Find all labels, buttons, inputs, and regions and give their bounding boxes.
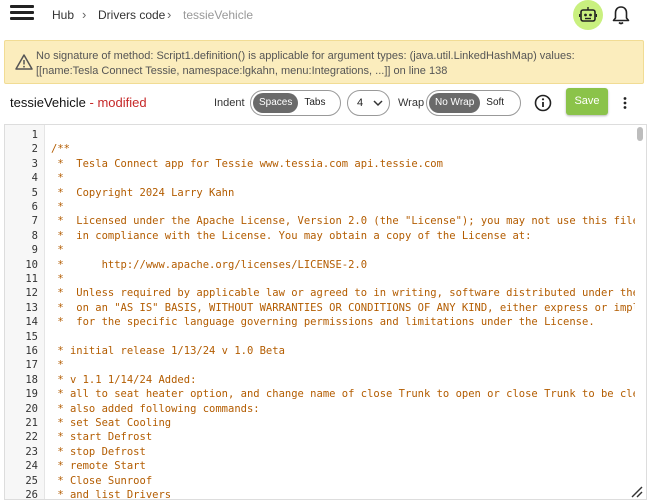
info-icon[interactable] [534,94,552,112]
line-number: 9 [31,244,38,257]
line-number-gutter: 1 2 3 4 5 6 7 8 9 10 11 12 13 14 15 16 17 18 19 20 21 22 23 24 2… [5,125,45,500]
indent-label: Indent [214,97,245,109]
code-line: * Licensed under the Apache License, Ver… [51,215,635,228]
code-line: * Tesla Connect app for Tessie www.tessi… [51,157,443,170]
file-name: tessieVehicle [10,95,86,110]
code-line: * all to seat heater option, and change … [51,388,635,401]
code-line: * stop Defrost [51,445,146,458]
line-number: 7 [31,215,38,228]
line-number: 21 [25,417,38,429]
code-line: * in compliance with the License. You ma… [51,229,532,242]
warning-message: No signature of method: Script1.definiti… [36,50,575,77]
line-number: 14 [25,316,38,329]
code-line: * also added following commands: [51,402,260,415]
line-number: 18 [25,373,38,386]
chevron-down-icon [373,100,383,107]
code-line: * Unless required by applicable law or a… [51,287,635,300]
code-line: /** [51,143,70,156]
line-number: 8 [31,229,38,242]
menu-icon[interactable] [10,4,34,24]
file-title: tessieVehicle - modified [10,95,147,110]
code-line: * for the specific language governing pe… [51,316,595,329]
line-number: 25 [25,474,38,487]
code-line: * on an "AS IS" BASIS, WITHOUT WARRANTIE… [51,301,635,314]
code-area[interactable]: /** * Tesla Connect app for Tessie www.t… [51,125,635,500]
indent-size-select[interactable]: 4 [347,90,390,116]
breadcrumb-current: tessieVehicle [183,8,254,22]
save-button[interactable]: Save [566,88,608,115]
wrap-option-no-wrap[interactable]: No Wrap [429,93,481,113]
indent-size-value: 4 [357,97,364,109]
code-line: * [51,244,64,257]
line-number: 19 [25,388,38,401]
line-number: 13 [25,301,38,314]
code-line: * initial release 1/13/24 v 1.0 Beta [51,345,285,357]
line-number: 17 [25,359,38,372]
code-line: * set Seat Cooling [51,417,172,429]
robot-icon [579,7,597,22]
line-number: 4 [31,172,38,185]
warning-icon [15,54,33,70]
code-line: * remote Start [51,460,146,473]
line-number: 5 [31,186,38,199]
line-number: 20 [25,402,38,415]
bell-icon[interactable] [610,4,632,26]
breadcrumb-drivers-code[interactable]: Drivers code [98,8,165,22]
line-number: 23 [25,445,38,458]
indent-option-spaces[interactable]: Spaces [253,93,299,113]
line-number: 24 [25,460,38,473]
scrollbar-thumb[interactable] [637,127,643,141]
modified-label: - modified [85,95,147,110]
code-line: * Close Sunroof [51,474,153,487]
vertical-scrollbar[interactable] [635,125,646,499]
code-line: * and list Drivers [51,489,172,500]
wrap-toggle: No Wrap Soft [426,90,521,116]
top-bar: Hub › Drivers code › tessieVehicle [0,0,647,32]
breadcrumb-hub[interactable]: Hub [52,8,74,22]
chevron-right-icon: › [82,7,87,22]
line-number: 12 [25,287,38,300]
resize-handle-icon[interactable] [628,484,644,498]
line-number: 16 [25,345,38,357]
line-number: 10 [25,258,38,271]
wrap-label: Wrap [398,97,425,109]
code-line: * [51,359,64,372]
line-number: 2 [31,143,38,156]
code-line: * start Defrost [51,431,153,444]
code-line: * Copyright 2024 Larry Kahn [51,186,235,199]
code-line: * [51,172,64,185]
code-editor[interactable]: 1 2 3 4 5 6 7 8 9 10 11 12 13 14 15 16 17 18 19 20 21 22 23 24 2… [4,124,647,500]
robot-button[interactable] [573,0,603,30]
line-number: 3 [31,157,38,170]
more-vert-icon[interactable] [618,96,632,110]
code-line: * [51,201,64,213]
wrap-option-soft[interactable]: Soft [480,93,510,113]
line-number: 6 [31,201,38,213]
indent-toggle: Spaces Tabs [250,90,341,116]
warning-banner: No signature of method: Script1.definiti… [4,40,644,84]
line-number: 11 [25,273,38,285]
line-number: 1 [31,129,38,141]
line-number: 15 [25,330,38,343]
chevron-right-icon: › [167,7,172,22]
line-number: 26 [25,489,38,500]
indent-option-tabs[interactable]: Tabs [298,93,331,113]
code-line: * http://www.apache.org/licenses/LICENSE… [51,258,368,271]
line-number: 22 [25,431,38,444]
code-line: * v 1.1 1/14/24 Added: [51,373,197,386]
code-line: * [51,273,64,285]
editor-toolbar: tessieVehicle - modified Indent Spaces T… [0,88,647,118]
